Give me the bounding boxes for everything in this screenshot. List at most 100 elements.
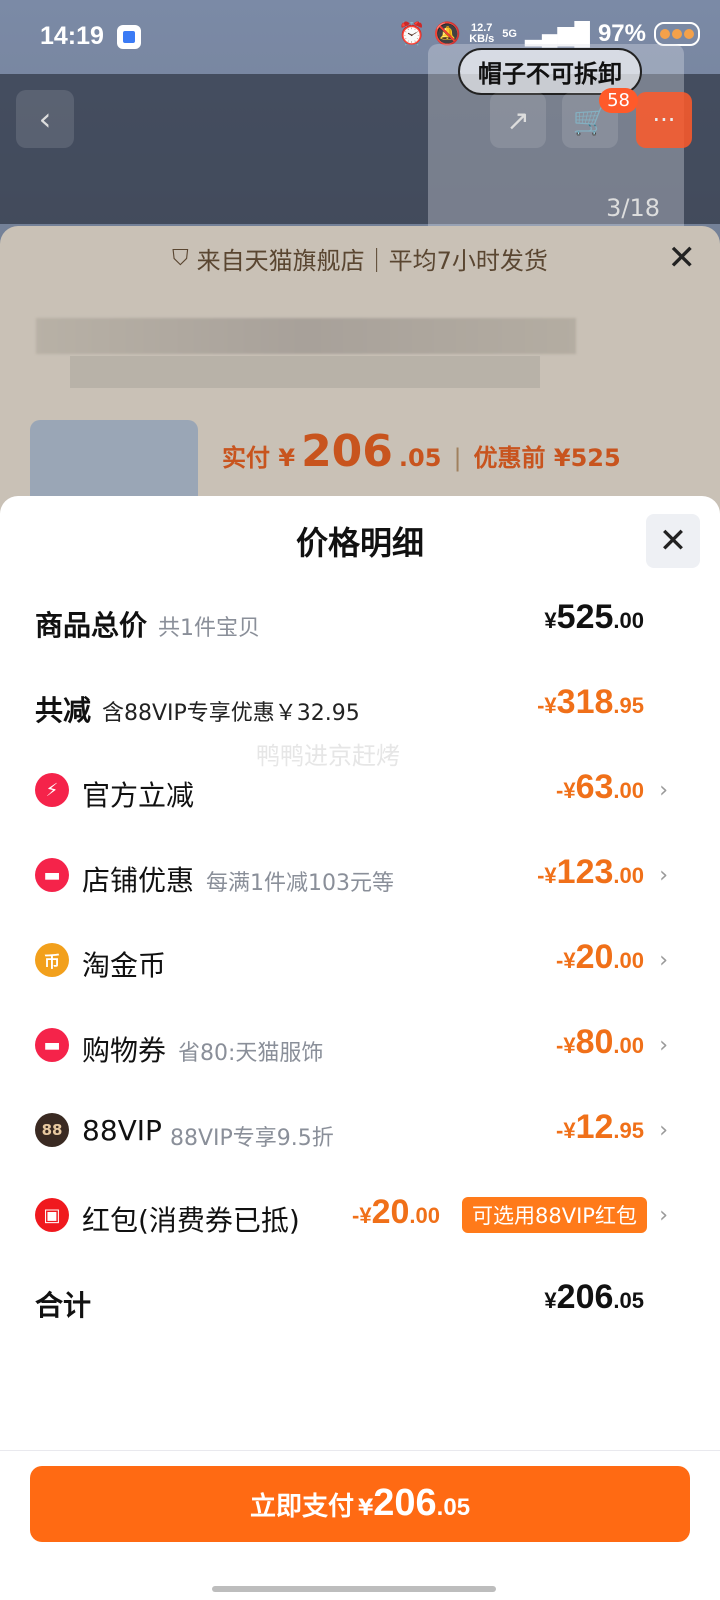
row-grand-total: 合计 ¥206.05 bbox=[0, 1266, 720, 1336]
row-amount: -¥ 12.95 bbox=[556, 1108, 644, 1147]
amount-int: 206 bbox=[556, 1278, 614, 1316]
amount-currency: ¥ bbox=[544, 1288, 557, 1313]
chevron-right-icon: › bbox=[659, 778, 668, 803]
row-sub: 每满1件减103元等 bbox=[206, 871, 394, 896]
row-sub: 含88VIP专享优惠￥32.95 bbox=[102, 701, 360, 726]
paid-prefix: 实付 ¥ bbox=[222, 444, 296, 472]
order-summary-underlay: ⛉ 来自天猫旗舰店｜平均7小时发货 ✕ 实付 ¥ 206 .05 | 优惠前 ¥… bbox=[0, 226, 720, 526]
row-amount: ¥206.05 bbox=[544, 1278, 644, 1317]
chevron-right-icon: › bbox=[659, 948, 668, 973]
vip88-icon: 88 bbox=[35, 1113, 69, 1147]
amount-dec: .00 bbox=[409, 1203, 440, 1228]
footer-divider bbox=[0, 1450, 720, 1451]
row-amount: -¥ 318.95 bbox=[537, 683, 644, 722]
app-notification-icon bbox=[117, 25, 141, 49]
blurred-content bbox=[36, 318, 576, 354]
chevron-right-icon: › bbox=[659, 1118, 668, 1143]
share-button[interactable]: ↗ bbox=[490, 92, 546, 148]
shipping-banner-text: 来自天猫旗舰店｜平均7小时发货 bbox=[196, 246, 548, 275]
separator: | bbox=[453, 444, 462, 472]
more-button[interactable]: ··· bbox=[636, 92, 692, 148]
alarm-icon: ⏰ bbox=[398, 21, 426, 46]
row-total-price: 商品总价 共1件宝贝 ¥525.00 bbox=[0, 586, 720, 656]
amount-dec: .00 bbox=[613, 948, 644, 973]
row-sub: 共1件宝贝 bbox=[158, 616, 260, 641]
row-red-packet[interactable]: ▣ 红包(消费券已抵) -¥ 20.00 可选用88VIP红包 › bbox=[0, 1181, 720, 1251]
home-indicator[interactable] bbox=[212, 1586, 496, 1592]
row-label: 店铺优惠 bbox=[82, 864, 195, 897]
row-label: 淘金币 bbox=[82, 949, 167, 982]
network-type: 5G bbox=[502, 27, 517, 40]
pay-label: 立即支付 bbox=[249, 1492, 354, 1522]
red-packet-icon: ▣ bbox=[35, 1198, 69, 1232]
shopping-voucher-icon: ▬ bbox=[35, 1028, 69, 1062]
blurred-content bbox=[70, 356, 540, 388]
paid-price-int: 206 bbox=[301, 426, 393, 477]
close-icon: ✕ bbox=[658, 521, 688, 561]
back-button[interactable]: ‹ bbox=[16, 90, 74, 148]
vip-red-packet-pill[interactable]: 可选用88VIP红包 bbox=[462, 1197, 647, 1233]
amount-currency: -¥ bbox=[556, 948, 576, 973]
row-sub: 88VIP专享9.5折 bbox=[170, 1126, 334, 1151]
row-amount: ¥525.00 bbox=[544, 598, 644, 637]
chevron-right-icon: › bbox=[659, 1033, 668, 1058]
price-before-discount: 优惠前 ¥525 bbox=[473, 444, 621, 472]
row-label: 88VIP bbox=[82, 1114, 162, 1147]
row-label: 共减 bbox=[35, 694, 92, 727]
underlay-price: 实付 ¥ 206 .05 | 优惠前 ¥525 bbox=[222, 426, 621, 477]
underlay-close-icon[interactable]: ✕ bbox=[668, 238, 697, 278]
amount-dec: .00 bbox=[613, 863, 644, 888]
more-dots-icon: ··· bbox=[652, 106, 676, 134]
amount-dec: .00 bbox=[613, 778, 644, 803]
chevron-right-icon: › bbox=[659, 863, 668, 888]
paid-price-dec: .05 bbox=[398, 444, 442, 472]
amount-dec: .05 bbox=[613, 1288, 644, 1313]
share-icon: ↗ bbox=[506, 103, 530, 137]
chevron-right-icon: › bbox=[659, 1203, 668, 1228]
amount-dec: .95 bbox=[613, 1118, 644, 1143]
amount-currency: -¥ bbox=[556, 778, 576, 803]
amount-currency: -¥ bbox=[537, 863, 557, 888]
pay-now-button[interactable]: 立即支付 ¥ 206 .05 bbox=[30, 1466, 690, 1542]
amount-int: 318 bbox=[556, 683, 614, 721]
row-amount: -¥ 123.00 bbox=[537, 853, 644, 892]
amount-int: 20 bbox=[371, 1193, 410, 1231]
row-amount: -¥ 80.00 bbox=[556, 1023, 644, 1062]
row-total-discount: 共减 含88VIP专享优惠￥32.95 -¥ 318.95 bbox=[0, 671, 720, 741]
row-gold-coins[interactable]: 币 淘金币 -¥ 20.00 › bbox=[0, 926, 720, 996]
battery-icon bbox=[654, 22, 700, 46]
row-amount: -¥ 63.00 bbox=[556, 768, 644, 807]
cart-count-badge: 58 bbox=[599, 88, 638, 113]
row-shopping-voucher[interactable]: ▬ 购物券 省80:天猫服饰 -¥ 80.00 › bbox=[0, 1011, 720, 1081]
product-top-nav: ‹ 帽子不可拆卸 3/18 ↗ 🛒 58 ··· bbox=[0, 44, 720, 244]
amount-dec: .95 bbox=[613, 693, 644, 718]
pay-amount-int: 206 bbox=[373, 1482, 437, 1524]
amount-currency: -¥ bbox=[537, 693, 557, 718]
row-88vip[interactable]: 88 88VIP 88VIP专享9.5折 -¥ 12.95 › bbox=[0, 1096, 720, 1166]
network-speed: 12.7 KB/s bbox=[469, 23, 494, 45]
row-official-discount[interactable]: ⚡ 官方立减 -¥ 63.00 › bbox=[0, 756, 720, 826]
close-button[interactable]: ✕ bbox=[646, 514, 700, 568]
pay-amount-dec: .05 bbox=[436, 1494, 471, 1521]
row-label: 合计 bbox=[35, 1289, 92, 1322]
amount-int: 63 bbox=[575, 768, 614, 806]
row-label: 商品总价 bbox=[35, 609, 148, 642]
gold-coin-icon: 币 bbox=[35, 943, 69, 977]
store-coupon-icon: ▬ bbox=[35, 858, 69, 892]
row-store-discount[interactable]: ▬ 店铺优惠 每满1件减103元等 -¥ 123.00 › bbox=[0, 841, 720, 911]
row-amount: -¥ 20.00 bbox=[556, 938, 644, 977]
lightning-icon: ⚡ bbox=[35, 773, 69, 807]
amount-currency: -¥ bbox=[556, 1033, 576, 1058]
amount-int: 525 bbox=[556, 598, 614, 636]
cart-button[interactable]: 🛒 58 bbox=[562, 88, 638, 148]
pay-currency: ¥ bbox=[357, 1496, 374, 1521]
amount-int: 20 bbox=[575, 938, 614, 976]
amount-dec: .00 bbox=[613, 1033, 644, 1058]
price-detail-sheet: 价格明细 ✕ 鸭鸭进京赶烤 商品总价 共1件宝贝 ¥525.00 共减 含88V… bbox=[0, 496, 720, 1600]
shipping-banner: ⛉ 来自天猫旗舰店｜平均7小时发货 bbox=[0, 226, 720, 290]
shield-icon: ⛉ bbox=[172, 245, 189, 271]
amount-currency: ¥ bbox=[544, 608, 557, 633]
row-label: 官方立减 bbox=[82, 779, 195, 812]
status-time: 14:19 bbox=[40, 22, 104, 50]
amount-int: 12 bbox=[575, 1108, 614, 1146]
